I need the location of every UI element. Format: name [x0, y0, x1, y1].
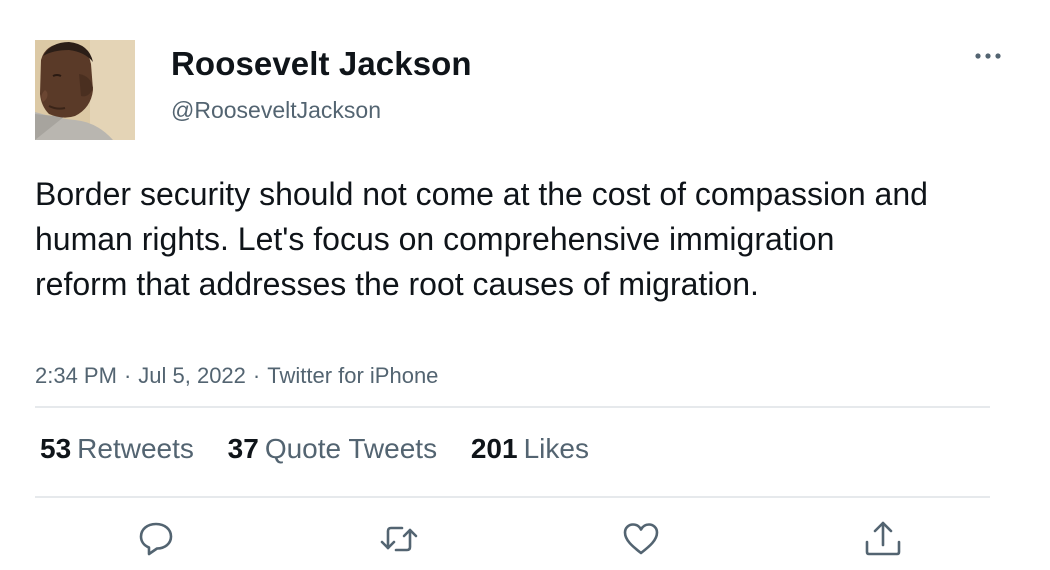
- retweets-label: Retweets: [77, 433, 194, 464]
- likes-label: Likes: [523, 433, 589, 464]
- likes-count: 201: [470, 433, 518, 464]
- author-handle[interactable]: @RooseveltJackson: [171, 96, 381, 124]
- meta-separator: ·: [252, 363, 261, 388]
- author-display-name[interactable]: Roosevelt Jackson: [171, 44, 472, 84]
- tweet-source[interactable]: Twitter for iPhone: [267, 363, 438, 388]
- like-icon[interactable]: [620, 518, 662, 560]
- more-options-icon[interactable]: [970, 44, 1006, 68]
- likes-stat[interactable]: 201 Likes: [471, 432, 589, 466]
- retweets-stat[interactable]: 53 Retweets: [40, 432, 194, 466]
- divider: [35, 496, 990, 498]
- tweet-text: Border security should not come at the c…: [35, 176, 928, 302]
- retweets-count: 53: [40, 433, 72, 464]
- quote-tweets-label: Quote Tweets: [264, 433, 438, 464]
- tweet-meta: 2:34 PM · Jul 5, 2022 · Twitter for iPhone: [35, 362, 438, 390]
- quote-tweets-count: 37: [227, 433, 259, 464]
- quote-tweets-stat[interactable]: 37 Quote Tweets: [228, 432, 437, 466]
- tweet-stats: 53 Retweets 37 Quote Tweets 201 Likes: [40, 432, 615, 466]
- reply-icon[interactable]: [135, 518, 177, 560]
- avatar[interactable]: [35, 40, 135, 140]
- share-icon[interactable]: [862, 518, 904, 560]
- retweet-icon[interactable]: [378, 518, 420, 560]
- avatar-photo: [35, 40, 135, 140]
- tweet-date[interactable]: Jul 5, 2022: [138, 363, 246, 388]
- tweet-time[interactable]: 2:34 PM: [35, 363, 117, 388]
- meta-separator: ·: [123, 363, 132, 388]
- divider: [35, 406, 990, 408]
